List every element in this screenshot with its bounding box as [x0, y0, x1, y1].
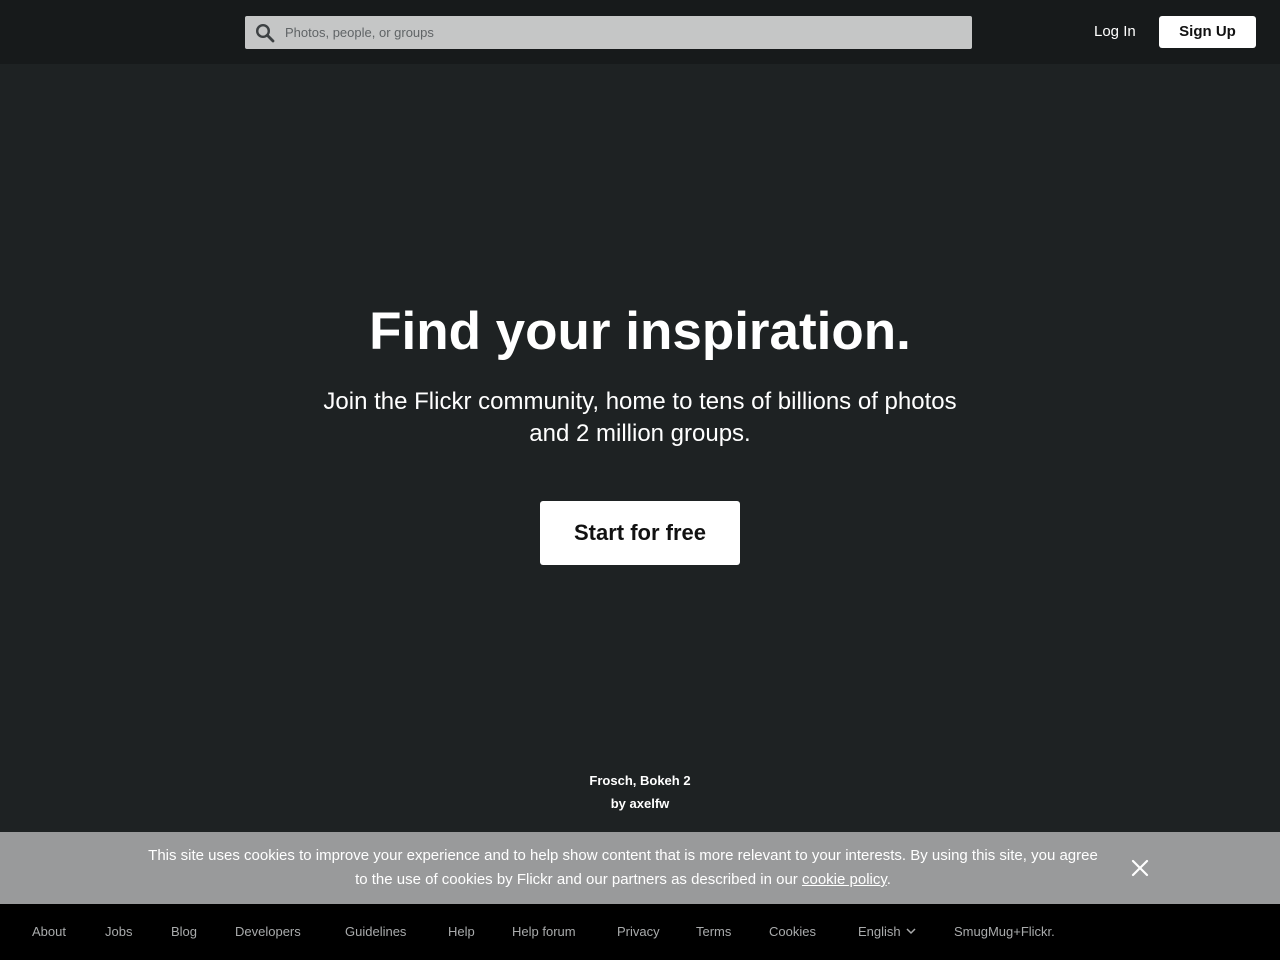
photo-credit-by: by: [610, 796, 630, 811]
search-input[interactable]: [285, 16, 965, 49]
header: Log In Sign Up: [0, 0, 1280, 64]
login-link[interactable]: Log In: [1094, 21, 1136, 43]
footer-link-blog[interactable]: Blog: [171, 922, 197, 942]
page: Log In Sign Up Find your inspiration. Jo…: [0, 0, 1280, 960]
hero-title: Find your inspiration.: [369, 302, 911, 361]
cookie-policy-link[interactable]: cookie policy: [802, 871, 887, 888]
footer-link-jobs[interactable]: Jobs: [105, 922, 132, 942]
cookie-banner-message: This site uses cookies to improve your e…: [148, 847, 1098, 888]
search-box[interactable]: [245, 16, 972, 49]
photo-credit-author: by axelfw: [0, 795, 1280, 813]
footer-link-help[interactable]: Help: [448, 922, 475, 942]
signup-button[interactable]: Sign Up: [1159, 16, 1256, 48]
footer-link-guidelines[interactable]: Guidelines: [345, 922, 406, 942]
search-icon[interactable]: [255, 23, 275, 43]
footer-link-cookies[interactable]: Cookies: [769, 922, 816, 942]
start-for-free-button[interactable]: Start for free: [540, 501, 740, 565]
footer-link-developers[interactable]: Developers: [235, 922, 301, 942]
photo-credit-author-link[interactable]: axelfw: [630, 796, 670, 811]
hero-subtitle: Join the Flickr community, home to tens …: [323, 388, 957, 447]
footer-link-terms[interactable]: Terms: [696, 922, 731, 942]
cookie-banner-suffix: .: [886, 871, 891, 888]
cookie-banner-text: This site uses cookies to improve your e…: [140, 844, 1106, 892]
language-selector[interactable]: English: [858, 922, 916, 942]
language-label: English: [858, 924, 901, 939]
close-icon: [1131, 859, 1149, 877]
footer-link-privacy[interactable]: Privacy: [617, 922, 660, 942]
photo-credit-title[interactable]: Frosch, Bokeh 2: [0, 772, 1280, 790]
cookie-banner-close-button[interactable]: [1129, 857, 1151, 879]
footer-link-about[interactable]: About: [32, 922, 66, 942]
footer-link-help-forum[interactable]: Help forum: [512, 922, 576, 942]
footer-link-smugmug[interactable]: SmugMug+Flickr.: [954, 922, 1055, 942]
cookie-banner: This site uses cookies to improve your e…: [0, 832, 1280, 904]
footer: About Jobs Blog Developers Guidelines He…: [0, 904, 1280, 960]
chevron-down-icon: [906, 928, 916, 935]
